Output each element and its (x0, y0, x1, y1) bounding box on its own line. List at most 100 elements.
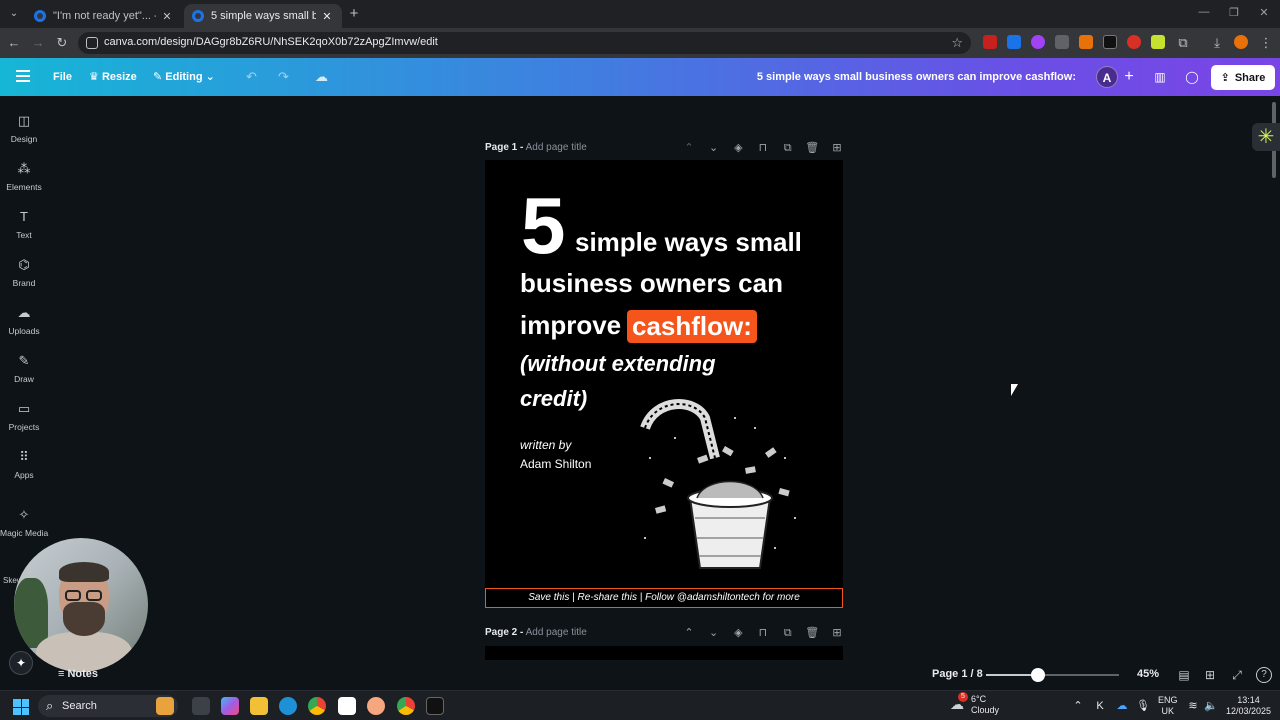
byline-author[interactable]: Adam Shilton (520, 457, 591, 471)
hide-page-icon[interactable]: ◈ (731, 141, 745, 155)
design-page-2[interactable] (485, 646, 843, 660)
back-icon[interactable]: ← (5, 34, 23, 52)
tray-app-icon[interactable]: K (1093, 699, 1107, 713)
subheadline-line-1[interactable]: (without extending (520, 351, 716, 377)
headline-number[interactable]: 5 (521, 186, 566, 266)
comment-icon[interactable]: ◯ (1180, 65, 1204, 89)
extension-icon[interactable] (1031, 35, 1045, 49)
edge-icon[interactable] (279, 697, 297, 715)
magic-sparkle-icon[interactable]: ✦ (9, 651, 33, 675)
subheadline-line-2[interactable]: credit) (520, 386, 587, 412)
sidebar-item-uploads[interactable]: ☁ Uploads (0, 304, 48, 336)
sidebar-item-text[interactable]: T Text (0, 208, 48, 240)
invite-plus-icon[interactable]: + (1121, 66, 1137, 88)
headline-line-3[interactable]: improve (520, 310, 621, 340)
sidebar-item-apps[interactable]: ⠿ Apps (0, 448, 48, 480)
task-view-icon[interactable] (192, 697, 210, 715)
chrome-profile-icon[interactable] (397, 697, 415, 715)
money-bucket-illustration[interactable] (635, 398, 805, 573)
page-title-input[interactable]: Add page title (526, 627, 587, 638)
restore-icon[interactable]: ❐ (1226, 6, 1242, 19)
move-down-icon[interactable]: ⌄ (707, 141, 721, 155)
minimize-icon[interactable]: — (1196, 6, 1212, 18)
chrome-icon[interactable] (308, 697, 326, 715)
extension-icon[interactable] (1079, 35, 1093, 49)
resize-button[interactable]: ♛ Resize (89, 68, 137, 86)
omnibox[interactable]: canva.com/design/DAGgr8bZ6RU/NhSEK2qoX0b… (78, 32, 971, 54)
system-clock[interactable]: 13:14 12/03/2025 (1226, 695, 1271, 717)
app-icon[interactable] (367, 697, 385, 715)
design-page-1[interactable]: 5 simple ways small business owners can … (485, 160, 843, 608)
sidebar-item-projects[interactable]: ▭ Projects (0, 400, 48, 432)
language-indicator[interactable]: ENG UK (1158, 695, 1178, 717)
kapwing-icon[interactable] (426, 697, 444, 715)
duplicate-page-icon[interactable]: ⧉ (781, 626, 795, 640)
move-down-icon[interactable]: ⌄ (707, 626, 721, 640)
profile-avatar-icon[interactable] (1234, 35, 1248, 49)
byline-written-by[interactable]: written by (520, 438, 571, 452)
move-up-icon[interactable]: ⌃ (682, 626, 696, 640)
zoom-slider[interactable] (986, 668, 1119, 682)
headline-highlight[interactable]: cashflow: (627, 310, 757, 343)
headline-line-1[interactable]: simple ways small (575, 227, 802, 257)
notes-button[interactable]: ≡ Notes (58, 668, 98, 680)
file-explorer-icon[interactable] (250, 697, 268, 715)
extension-icon[interactable] (983, 35, 997, 49)
zoom-slider-handle[interactable] (1031, 668, 1045, 682)
microphone-icon[interactable]: 🎙 (1136, 699, 1150, 713)
document-title[interactable]: 5 simple ways small business owners can … (757, 68, 1076, 86)
forward-icon[interactable]: → (29, 34, 47, 52)
windows-start-icon[interactable] (13, 699, 29, 715)
browser-menu-icon[interactable]: ⋮ (1257, 34, 1275, 52)
grid-view-icon[interactable]: ⊞ (1202, 667, 1218, 683)
page-count[interactable]: Page 1 / 8 (932, 668, 983, 680)
editing-mode-button[interactable]: ✎ Editing ⌄ (153, 68, 215, 86)
search-highlight-icon[interactable] (156, 697, 174, 715)
site-info-icon[interactable] (86, 37, 98, 49)
delete-page-icon[interactable]: 🗑 (805, 141, 819, 155)
share-button[interactable]: ⇪ Share (1211, 65, 1275, 90)
pages-view-icon[interactable]: ▤ (1176, 667, 1192, 683)
lock-icon[interactable]: ⊓ (756, 626, 770, 640)
sidebar-item-brand[interactable]: ⌬ Brand (0, 256, 48, 288)
notion-icon[interactable] (338, 697, 356, 715)
copilot-icon[interactable] (221, 697, 239, 715)
bookmark-star-icon[interactable]: ☆ (951, 35, 963, 51)
footer-call-to-action[interactable]: Save this | Re-share this | Follow @adam… (485, 588, 843, 608)
delete-page-icon[interactable]: 🗑 (805, 626, 819, 640)
file-button[interactable]: File (53, 68, 72, 86)
user-avatar[interactable]: A (1096, 66, 1118, 88)
close-tab-icon[interactable]: ✕ (320, 10, 334, 23)
headline-line-2[interactable]: business owners can (520, 268, 783, 298)
canva-assistant-icon[interactable]: ✳ (1252, 123, 1280, 151)
extensions-puzzle-icon[interactable]: ⧉ (1174, 34, 1192, 52)
close-window-icon[interactable]: ✕ (1256, 6, 1272, 19)
menu-icon[interactable] (16, 70, 30, 82)
add-page-icon[interactable]: ⊞ (830, 141, 844, 155)
extension-icon[interactable] (1007, 35, 1021, 49)
onedrive-icon[interactable]: ☁ (1115, 699, 1129, 713)
insights-chart-icon[interactable]: ▥ (1148, 65, 1172, 89)
weather-widget[interactable]: 6°C Cloudy (971, 694, 999, 716)
page-title-input[interactable]: Add page title (526, 142, 587, 153)
fullscreen-icon[interactable]: ⤢ (1229, 667, 1245, 683)
sidebar-item-draw[interactable]: ✎ Draw (0, 352, 48, 384)
new-tab-icon[interactable]: + (346, 6, 362, 22)
extension-icon[interactable] (1127, 35, 1141, 49)
redo-icon[interactable]: ↷ (278, 68, 289, 86)
browser-tab-2[interactable]: 5 simple ways small business o ✕ (184, 4, 342, 28)
tab-search-icon[interactable]: ⌄ (6, 6, 22, 22)
add-page-icon[interactable]: ⊞ (830, 626, 844, 640)
hide-page-icon[interactable]: ◈ (731, 626, 745, 640)
help-icon[interactable]: ? (1256, 667, 1272, 683)
download-icon[interactable]: ⤓ (1208, 34, 1226, 52)
close-tab-icon[interactable]: ✕ (160, 10, 174, 23)
cloud-save-icon[interactable]: ☁ (315, 68, 328, 86)
lock-icon[interactable]: ⊓ (756, 141, 770, 155)
sidebar-item-design[interactable]: ◫ Design (0, 112, 48, 144)
browser-tab-1[interactable]: "I'm not ready yet"... - 1200 × 1 ✕ (26, 4, 182, 28)
sidebar-item-magic-media[interactable]: ✧ Magic Media (0, 506, 48, 538)
extension-icon[interactable] (1151, 35, 1165, 49)
move-up-icon[interactable]: ⌃ (682, 141, 696, 155)
wifi-icon[interactable]: ≋ (1186, 699, 1200, 713)
